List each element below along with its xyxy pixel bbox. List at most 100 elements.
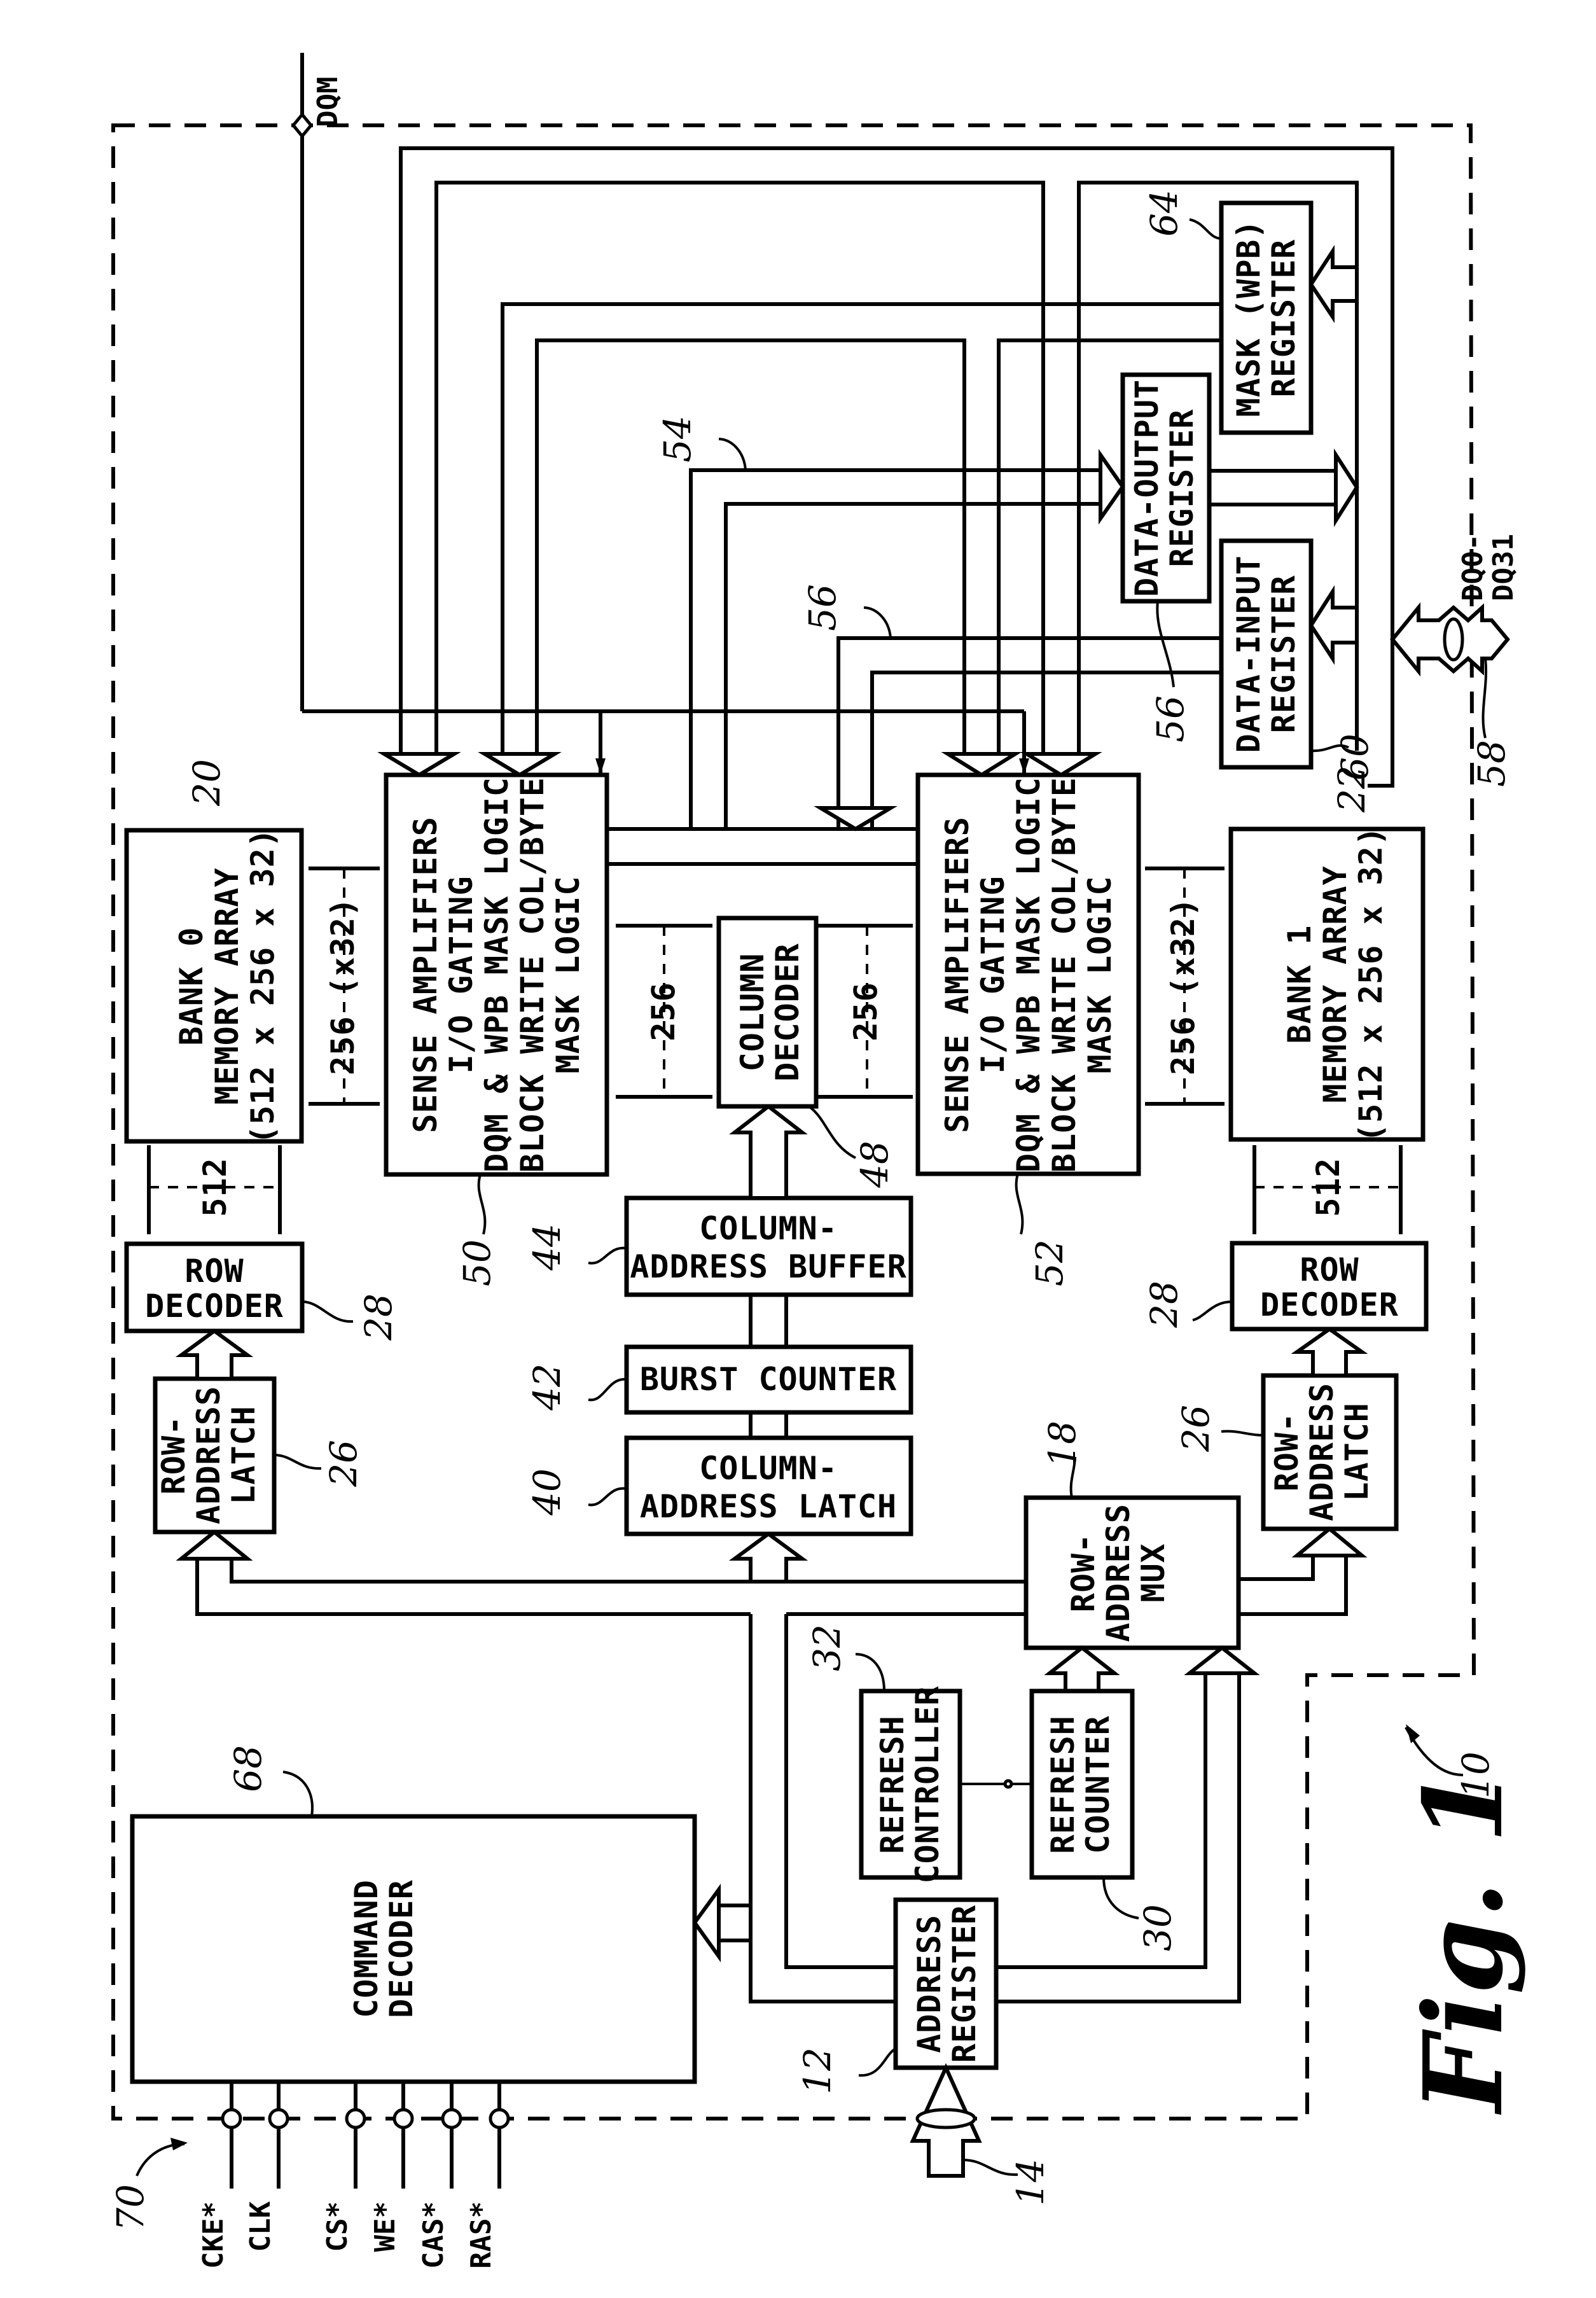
svg-text:MEMORY ARRAY: MEMORY ARRAY: [1317, 865, 1354, 1103]
svg-text:BLOCK WRITE COL/BYTE: BLOCK WRITE COL/BYTE: [514, 777, 551, 1173]
svg-text:LATCH: LATCH: [1338, 1402, 1375, 1501]
svg-text:DATA-OUTPUT: DATA-OUTPUT: [1128, 379, 1165, 597]
svg-text:COMMAND: COMMAND: [348, 1879, 385, 2018]
svg-text:40: 40: [525, 1468, 569, 1516]
svg-text:REGISTER: REGISTER: [1265, 575, 1302, 734]
svg-text:ROW-: ROW-: [1268, 1412, 1305, 1491]
burst-counter: BURST COUNTER 42: [525, 1344, 913, 1415]
pin-cs: CS*: [321, 2082, 366, 2252]
svg-text:ADDRESS: ADDRESS: [1100, 1503, 1137, 1642]
svg-text:56: 56: [1149, 695, 1192, 742]
svg-text:256 (x32): 256 (x32): [324, 897, 361, 1075]
svg-text:(512 x 256 x 32): (512 x 256 x 32): [1352, 826, 1389, 1143]
svg-text:26: 26: [1174, 1405, 1218, 1452]
pin-cas: CAS*: [417, 2082, 462, 2269]
dqm-pin-icon: [291, 112, 314, 139]
svg-text:COUNTER: COUNTER: [1079, 1715, 1116, 1854]
data-input-register: DATA-INPUT REGISTER 60: [1219, 538, 1377, 781]
svg-text:SENSE AMPLIFIERS: SENSE AMPLIFIERS: [939, 816, 976, 1133]
svg-text:256 (x32): 256 (x32): [1165, 897, 1202, 1075]
svg-text:ADDRESS: ADDRESS: [911, 1914, 948, 2053]
svg-text:(512 x 256 x 32): (512 x 256 x 32): [244, 828, 281, 1145]
svg-text:BLOCK WRITE COL/BYTE: BLOCK WRITE COL/BYTE: [1046, 777, 1083, 1173]
svg-text:ADDRESS: ADDRESS: [190, 1386, 227, 1524]
svg-text:CLK: CLK: [244, 2201, 277, 2252]
svg-text:REGISTER: REGISTER: [946, 1905, 983, 2063]
refresh-counter: REFRESH COUNTER 30: [1029, 1689, 1179, 1951]
svg-text:DQM & WPB MASK LOGIC: DQM & WPB MASK LOGIC: [478, 777, 515, 1173]
svg-text:BANK 1: BANK 1: [1281, 925, 1318, 1044]
svg-text:REGISTER: REGISTER: [1265, 239, 1302, 398]
svg-text:ROW-: ROW-: [1065, 1533, 1102, 1612]
svg-text:DECODER: DECODER: [145, 1288, 284, 1325]
svg-text:12: 12: [796, 2047, 839, 2094]
dqm-label: DQM: [312, 77, 344, 127]
row-address-mux: ROW- ADDRESS MUX 18: [1024, 1421, 1241, 1650]
svg-text:68: 68: [226, 1745, 270, 1792]
refresh-link: [960, 1779, 1032, 1789]
svg-text:26: 26: [322, 1440, 365, 1487]
svg-text:I/O GATING: I/O GATING: [443, 875, 480, 1073]
sdram-block-diagram: DQM BANK 0 MEMORY ARRAY (512 x 256 x 32)…: [109, 53, 1527, 2269]
arrow-to-data-output: [1099, 449, 1125, 525]
svg-text:CONTROLLER: CONTROLLER: [909, 1685, 946, 1883]
svg-text:50: 50: [455, 1239, 499, 1286]
svg-text:512: 512: [1310, 1157, 1347, 1216]
svg-text:REFRESH: REFRESH: [874, 1715, 911, 1854]
control-pins: CKE* CLK CS* WE* CAS* RAS* 70: [109, 2082, 510, 2269]
svg-text:ROW: ROW: [184, 1253, 244, 1290]
svg-text:30: 30: [1136, 1904, 1179, 1951]
svg-text:42: 42: [525, 1363, 569, 1411]
svg-text:DECODER: DECODER: [769, 943, 806, 1082]
svg-text:MASK LOGIC: MASK LOGIC: [1081, 875, 1118, 1073]
pin-we: WE*: [369, 2082, 414, 2252]
svg-text:I/O GATING: I/O GATING: [975, 875, 1011, 1073]
svg-text:ROW-: ROW-: [155, 1416, 192, 1494]
svg-text:70: 70: [109, 2184, 152, 2231]
svg-text:32: 32: [805, 1624, 849, 1671]
svg-text:28: 28: [357, 1293, 400, 1341]
svg-text:SENSE AMPLIFIERS: SENSE AMPLIFIERS: [407, 816, 444, 1133]
column-address-buffer: COLUMN- ADDRESS BUFFER 44: [525, 1195, 913, 1297]
column-decoder: COLUMN DECODER 48: [716, 916, 896, 1188]
svg-text:64: 64: [1142, 190, 1186, 237]
svg-text:52: 52: [1028, 1239, 1071, 1286]
svg-text:56: 56: [801, 584, 844, 631]
pin-clk: CLK: [244, 2082, 289, 2252]
svg-text:DQM & WPB MASK LOGIC: DQM & WPB MASK LOGIC: [1010, 777, 1047, 1173]
row-address-latch-0: ROW- ADDRESS LATCH 26: [153, 1376, 365, 1535]
svg-text:CS*: CS*: [321, 2201, 354, 2252]
svg-text:48: 48: [853, 1141, 896, 1188]
bank0-memory-array: BANK 0 MEMORY ARRAY (512 x 256 x 32) 20: [124, 759, 304, 1145]
pin-ras: RAS*: [465, 2082, 510, 2269]
address-register: ADDRESS REGISTER 12 14: [796, 1897, 1052, 2206]
svg-text:Fig. 1: Fig. 1: [1400, 1768, 1527, 2115]
svg-text:256: 256: [645, 982, 682, 1041]
refresh-controller: REFRESH CONTROLLER 32: [805, 1624, 962, 1884]
svg-text:ADDRESS LATCH: ADDRESS LATCH: [640, 1488, 897, 1525]
svg-text:10: 10: [1454, 1751, 1497, 1799]
svg-text:RAS*: RAS*: [465, 2201, 497, 2269]
svg-text:14: 14: [1009, 2159, 1052, 2206]
svg-text:ADDRESS: ADDRESS: [1303, 1382, 1340, 1521]
command-decoder: COMMAND DECODER 68: [130, 1745, 697, 2084]
svg-text:44: 44: [525, 1223, 569, 1271]
svg-text:REFRESH: REFRESH: [1044, 1715, 1081, 1854]
sense-amplifiers-0: SENSE AMPLIFIERS I/O GATING DQM & WPB MA…: [384, 772, 609, 1286]
svg-text:512: 512: [197, 1157, 233, 1216]
figure-caption: Fig. 1 10: [1400, 1724, 1527, 2115]
svg-text:CKE*: CKE*: [197, 2201, 230, 2269]
svg-text:MASK LOGIC: MASK LOGIC: [550, 875, 586, 1073]
svg-text:54: 54: [656, 415, 699, 463]
row-decoder-1: ROW DECODER 28: [1142, 1241, 1429, 1332]
svg-text:WE*: WE*: [369, 2201, 401, 2252]
svg-text:58: 58: [1470, 740, 1513, 787]
column-address-latch: COLUMN- ADDRESS LATCH 40: [525, 1435, 913, 1536]
bank1-memory-array: BANK 1 MEMORY ARRAY (512 x 256 x 32) 22: [1228, 765, 1426, 1143]
sense-amplifiers-1: SENSE AMPLIFIERS I/O GATING DQM & WPB MA…: [915, 772, 1141, 1286]
svg-text:18: 18: [1041, 1421, 1084, 1468]
pin-cke: CKE*: [197, 2082, 242, 2269]
row-decoder-0: ROW DECODER 28: [124, 1241, 400, 1341]
svg-text:COLUMN-: COLUMN-: [699, 1450, 838, 1487]
svg-text:DQ0-: DQ0-: [1457, 534, 1489, 601]
